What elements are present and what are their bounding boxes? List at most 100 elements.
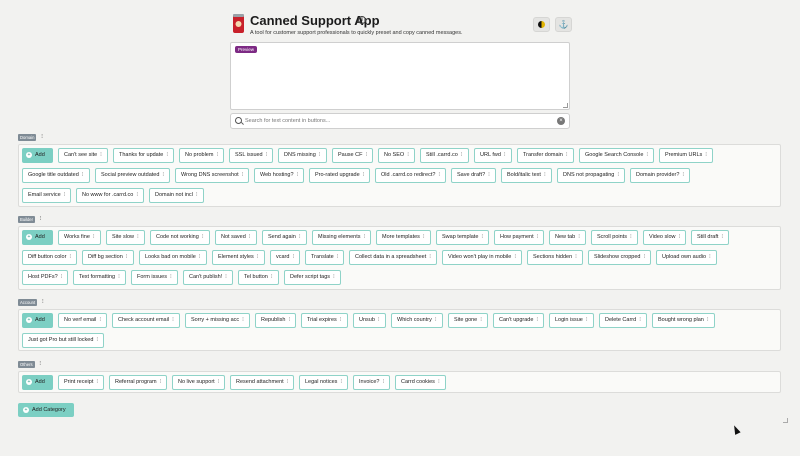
canned-message-button[interactable]: Old .carrd.co redirect? ⁝: [375, 168, 447, 183]
button-menu-icon[interactable]: ⁝: [429, 254, 431, 260]
canned-message-button[interactable]: Not saved ⁝: [215, 230, 257, 245]
canned-message-button[interactable]: Scroll points ⁝: [591, 230, 638, 245]
button-menu-icon[interactable]: ⁝: [162, 172, 164, 178]
canned-message-button[interactable]: Carrd cookies ⁝: [395, 375, 446, 390]
canned-message-button[interactable]: No live support ⁝: [172, 375, 226, 390]
button-menu-icon[interactable]: ⁝: [578, 234, 580, 240]
button-menu-icon[interactable]: ⁝: [630, 234, 632, 240]
canned-message-button[interactable]: Wrong DNS screenshot ⁝: [175, 168, 250, 183]
button-menu-icon[interactable]: ⁝: [575, 254, 577, 260]
button-menu-icon[interactable]: ⁝: [709, 254, 711, 260]
button-menu-icon[interactable]: ⁝: [61, 274, 63, 280]
theme-toggle-button[interactable]: [533, 17, 550, 32]
canned-message-button[interactable]: vcard ⁝: [270, 250, 301, 265]
canned-message-button[interactable]: Still draft ⁝: [691, 230, 730, 245]
canned-message-button[interactable]: Element styles ⁝: [212, 250, 265, 265]
canned-message-button[interactable]: Looks bad on mobile ⁝: [139, 250, 207, 265]
canned-message-button[interactable]: Republish ⁝: [255, 313, 297, 328]
category-menu-icon[interactable]: ⁝: [41, 134, 43, 141]
button-menu-icon[interactable]: ⁝: [679, 234, 681, 240]
canned-message-button[interactable]: No SEO ⁝: [378, 148, 415, 163]
canned-message-button[interactable]: Domain not incl ⁝: [149, 188, 204, 203]
canned-message-button[interactable]: Referral program ⁝: [109, 375, 168, 390]
button-menu-icon[interactable]: ⁝: [461, 152, 463, 158]
button-menu-icon[interactable]: ⁝: [340, 317, 342, 323]
button-menu-icon[interactable]: ⁝: [383, 379, 385, 385]
canned-message-button[interactable]: Swap template ⁝: [436, 230, 490, 245]
button-menu-icon[interactable]: ⁝: [319, 152, 321, 158]
canned-message-button[interactable]: Site slow ⁝: [106, 230, 145, 245]
canned-message-button[interactable]: Code not working ⁝: [150, 230, 210, 245]
button-menu-icon[interactable]: ⁝: [337, 254, 339, 260]
canned-message-button[interactable]: Resend attachment ⁝: [230, 375, 295, 390]
button-menu-icon[interactable]: ⁝: [99, 317, 101, 323]
canned-message-button[interactable]: Delete Carrd ⁝: [599, 313, 647, 328]
button-menu-icon[interactable]: ⁝: [438, 379, 440, 385]
canned-message-button[interactable]: Google Search Console ⁝: [579, 148, 655, 163]
button-menu-icon[interactable]: ⁝: [126, 254, 128, 260]
button-menu-icon[interactable]: ⁝: [438, 172, 440, 178]
button-menu-icon[interactable]: ⁝: [363, 172, 365, 178]
button-menu-icon[interactable]: ⁝: [705, 152, 707, 158]
add-button[interactable]: + Add: [22, 230, 53, 245]
button-menu-icon[interactable]: ⁝: [707, 317, 709, 323]
canned-message-button[interactable]: DNS not propagating ⁝: [557, 168, 626, 183]
button-menu-icon[interactable]: ⁝: [96, 337, 98, 343]
button-menu-icon[interactable]: ⁝: [480, 317, 482, 323]
clear-icon[interactable]: ×: [557, 117, 565, 125]
button-menu-icon[interactable]: ⁝: [297, 172, 299, 178]
canned-message-button[interactable]: Save draft? ⁝: [451, 168, 496, 183]
canned-message-button[interactable]: Invoice? ⁝: [353, 375, 391, 390]
canned-message-button[interactable]: Bought wrong plan ⁝: [652, 313, 715, 328]
canned-message-button[interactable]: Premium URLs ⁝: [659, 148, 714, 163]
canned-message-button[interactable]: Login issue ⁝: [549, 313, 594, 328]
button-menu-icon[interactable]: ⁝: [566, 152, 568, 158]
canned-message-button[interactable]: No www for .carrd.co ⁝: [76, 188, 145, 203]
button-menu-icon[interactable]: ⁝: [82, 172, 84, 178]
button-menu-icon[interactable]: ⁝: [100, 152, 102, 158]
canned-message-button[interactable]: Upload own audio ⁝: [656, 250, 717, 265]
canned-message-button[interactable]: New tab ⁝: [549, 230, 586, 245]
share-button[interactable]: ⚓: [555, 17, 572, 32]
canned-message-button[interactable]: Diff button color ⁝: [22, 250, 78, 265]
canned-message-button[interactable]: Can't publish! ⁝: [183, 270, 233, 285]
canned-message-button[interactable]: Text formatting ⁝: [73, 270, 126, 285]
button-menu-icon[interactable]: ⁝: [299, 234, 301, 240]
button-menu-icon[interactable]: ⁝: [287, 379, 289, 385]
canned-message-button[interactable]: Site gone ⁝: [448, 313, 488, 328]
canned-message-button[interactable]: Which country ⁝: [391, 313, 443, 328]
button-menu-icon[interactable]: ⁝: [537, 234, 539, 240]
button-menu-icon[interactable]: ⁝: [166, 152, 168, 158]
button-menu-icon[interactable]: ⁝: [118, 274, 120, 280]
page-resize-grip-icon[interactable]: [783, 418, 788, 423]
canned-message-button[interactable]: No problem ⁝: [179, 148, 225, 163]
canned-message-button[interactable]: No verf email ⁝: [58, 313, 108, 328]
info-icon[interactable]: i: [358, 16, 366, 24]
button-menu-icon[interactable]: ⁝: [136, 192, 138, 198]
canned-message-button[interactable]: Can't see site ⁝: [58, 148, 108, 163]
resize-grip-icon[interactable]: [563, 103, 568, 108]
canned-message-button[interactable]: Pause CF ⁝: [332, 148, 374, 163]
canned-message-button[interactable]: Works fine ⁝: [58, 230, 101, 245]
canned-message-button[interactable]: Social preview outdated ⁝: [95, 168, 171, 183]
canned-message-button[interactable]: SSL issued ⁝: [229, 148, 274, 163]
canned-message-button[interactable]: Tel button ⁝: [238, 270, 279, 285]
button-menu-icon[interactable]: ⁝: [682, 172, 684, 178]
canned-message-button[interactable]: Video slow ⁝: [643, 230, 687, 245]
button-menu-icon[interactable]: ⁝: [218, 379, 220, 385]
preview-textarea[interactable]: Preview: [230, 42, 570, 110]
button-menu-icon[interactable]: ⁝: [202, 234, 204, 240]
canned-message-button[interactable]: Domain provider? ⁝: [630, 168, 691, 183]
button-menu-icon[interactable]: ⁝: [364, 234, 366, 240]
button-menu-icon[interactable]: ⁝: [721, 234, 723, 240]
category-menu-icon[interactable]: ⁝: [39, 361, 41, 368]
canned-message-button[interactable]: Translate ⁝: [305, 250, 345, 265]
button-menu-icon[interactable]: ⁝: [242, 317, 244, 323]
canned-message-button[interactable]: How payment ⁝: [494, 230, 545, 245]
canned-message-button[interactable]: Pro-rated upgrade ⁝: [309, 168, 371, 183]
canned-message-button[interactable]: Host PDFs? ⁝: [22, 270, 69, 285]
canned-message-button[interactable]: Collect data in a spreadsheet ⁝: [349, 250, 437, 265]
button-menu-icon[interactable]: ⁝: [257, 254, 259, 260]
button-menu-icon[interactable]: ⁝: [340, 379, 342, 385]
button-menu-icon[interactable]: ⁝: [488, 172, 490, 178]
